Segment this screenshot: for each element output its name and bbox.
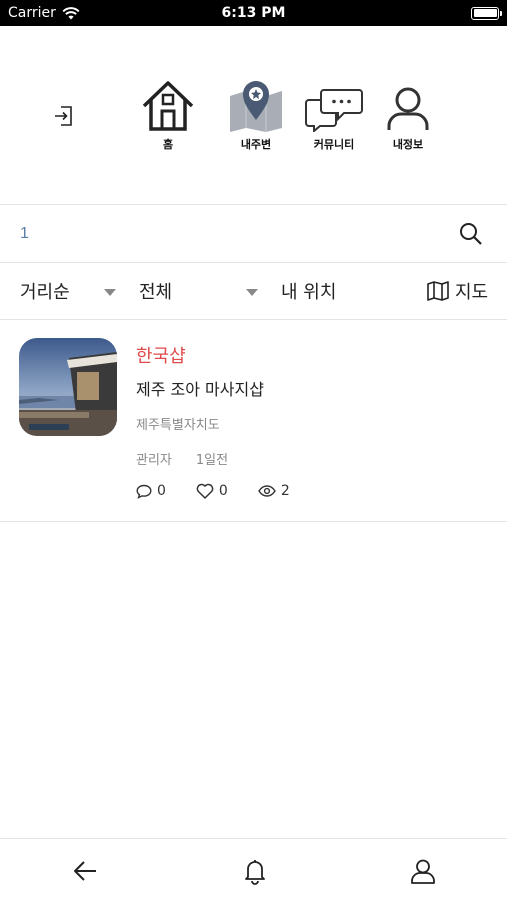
- chevron-down-icon: [104, 289, 116, 296]
- heart-icon: [196, 483, 214, 499]
- wifi-icon: [62, 6, 80, 19]
- sort-dropdown[interactable]: 거리순: [20, 263, 120, 319]
- category-dropdown[interactable]: 전체: [139, 263, 261, 319]
- list-item[interactable]: 한국샵 제주 조아 마사지샵 제주특별자치도 관리자 1일전 0 0 2: [0, 320, 507, 521]
- filter-row: 거리순 전체 내 위치 지도: [0, 263, 507, 319]
- my-location-button[interactable]: 내 위치: [281, 263, 336, 319]
- chat-bubbles-icon: [305, 89, 363, 132]
- top-nav: 홈 내주변 커뮤니티 내정보: [0, 26, 507, 204]
- post-stats: 0 0 2: [136, 483, 306, 499]
- divider: [0, 204, 507, 205]
- comment-icon: [136, 484, 152, 499]
- status-bar: Carrier 6:13 PM: [0, 0, 507, 26]
- shop-thumbnail: [19, 338, 117, 436]
- bottom-toolbar: [0, 838, 507, 900]
- login-icon[interactable]: [52, 104, 76, 128]
- map-button[interactable]: 지도: [427, 263, 488, 319]
- view-count: 2: [258, 483, 290, 499]
- shop-name: 제주 조아 마사지샵: [136, 380, 264, 399]
- nav-home-label: 홈: [162, 138, 174, 151]
- comment-count: 0: [136, 483, 166, 499]
- back-arrow-icon[interactable]: [72, 857, 100, 885]
- post-time: 1일전: [195, 453, 229, 468]
- post-meta: 관리자 1일전: [136, 449, 228, 468]
- sort-label: 거리순: [20, 282, 70, 303]
- category-label: 전체: [139, 282, 173, 303]
- nav-community[interactable]: 커뮤니티: [299, 78, 369, 152]
- shop-region: 제주특별자치도: [136, 418, 220, 433]
- author: 관리자: [136, 453, 172, 468]
- profile-icon[interactable]: [409, 857, 437, 885]
- chevron-down-icon: [246, 289, 258, 296]
- map-label: 지도: [455, 282, 489, 303]
- battery-icon: [471, 6, 502, 20]
- view-count-value: 2: [280, 483, 290, 499]
- nav-nearby-label: 내주변: [240, 138, 272, 151]
- search-icon[interactable]: [458, 221, 484, 247]
- search-bar: [0, 206, 507, 262]
- nav-nearby[interactable]: 내주변: [221, 78, 291, 152]
- nav-myinfo[interactable]: 내정보: [373, 78, 443, 152]
- nav-community-label: 커뮤니티: [313, 138, 355, 151]
- divider: [0, 521, 507, 522]
- eye-icon: [258, 485, 276, 497]
- user-icon: [387, 87, 429, 130]
- map-pin-icon: [230, 81, 282, 132]
- map-icon: [427, 281, 449, 301]
- home-icon: [142, 81, 194, 131]
- my-location-label: 내 위치: [281, 282, 337, 303]
- like-count-value: 0: [218, 483, 228, 499]
- search-input[interactable]: [20, 225, 458, 243]
- carrier-label: Carrier: [8, 5, 56, 21]
- nav-home[interactable]: 홈: [133, 78, 203, 152]
- comment-count-value: 0: [157, 483, 166, 499]
- nav-myinfo-label: 내정보: [392, 138, 424, 151]
- like-count: 0: [196, 483, 228, 499]
- bell-icon[interactable]: [241, 857, 269, 885]
- shop-category: 한국샵: [136, 346, 186, 367]
